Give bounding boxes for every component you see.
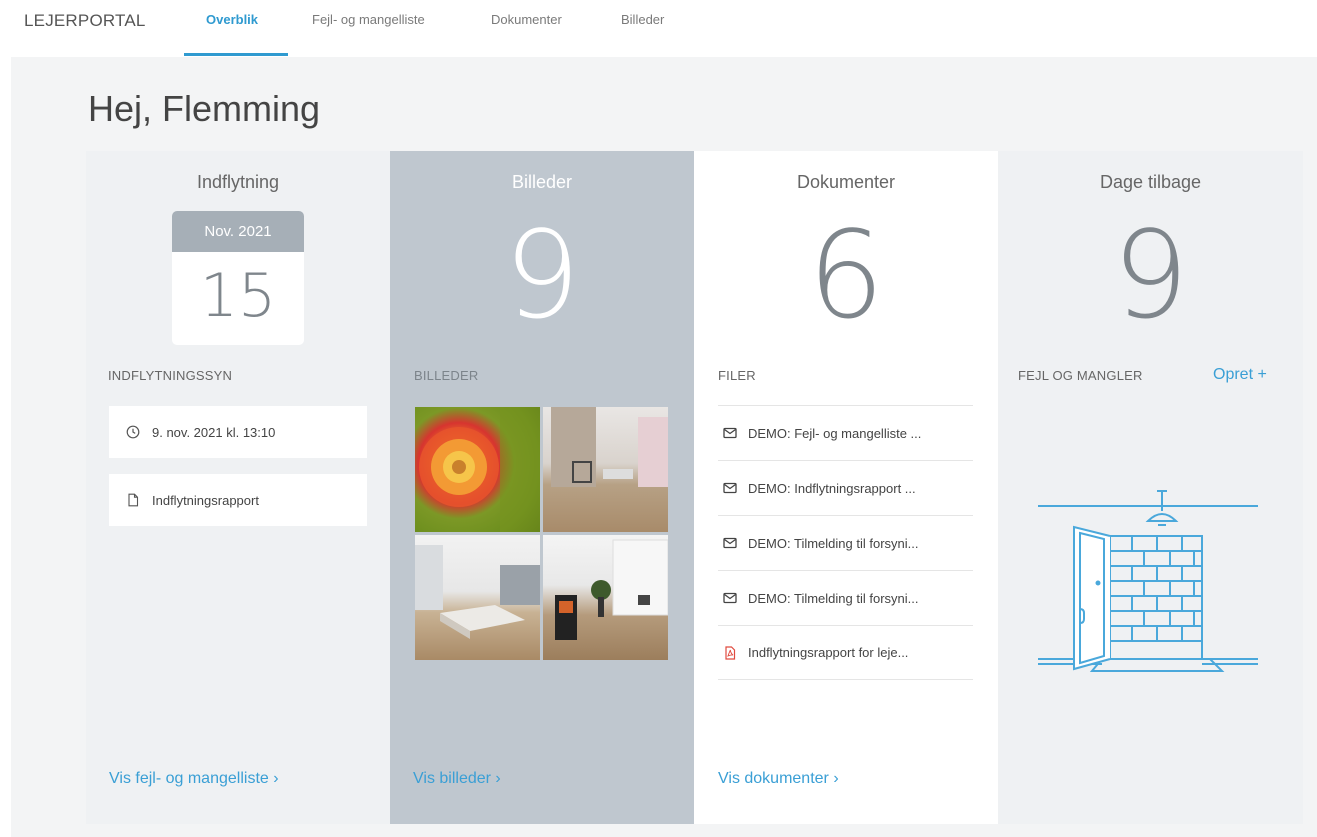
view-photos-link[interactable]: Vis billeder › <box>413 770 501 788</box>
photos-count: 9 <box>503 207 581 346</box>
documents-title: Dokumenter <box>796 172 896 192</box>
file-list: DEMO: Fejl- og mangelliste ... DEMO: Ind… <box>718 405 973 680</box>
file-list-item[interactable]: DEMO: Indflytningsrapport ... <box>718 460 973 515</box>
tab-billeder[interactable]: Billeder <box>621 12 664 27</box>
mail-icon <box>723 427 737 439</box>
mail-icon <box>723 482 737 494</box>
view-defect-list-link[interactable]: Vis fejl- og mangelliste › <box>109 770 279 788</box>
defects-section-label: FEJL OG MANGLER <box>1018 368 1143 383</box>
files-section-label: FILER <box>718 368 756 383</box>
file-list-item[interactable]: DEMO: Tilmelding til forsyni... <box>718 570 973 625</box>
kitchen-image <box>555 539 668 640</box>
photo-thumbnail[interactable] <box>415 407 540 532</box>
tab-fejl-og-mangelliste[interactable]: Fejl- og mangelliste <box>312 12 425 27</box>
tab-dokumenter[interactable]: Dokumenter <box>491 12 562 27</box>
photo-thumbnail[interactable] <box>415 535 540 660</box>
pdf-icon <box>725 645 736 660</box>
days-left-title: Dage tilbage <box>1099 172 1202 192</box>
mail-icon <box>723 592 737 604</box>
view-documents-link[interactable]: Vis dokumenter › <box>718 770 839 788</box>
living-room-image <box>551 407 668 487</box>
photos-section-label: BILLEDER <box>414 368 479 383</box>
file-name: DEMO: Indflytningsrapport ... <box>748 480 916 496</box>
file-name: DEMO: Fejl- og mangelliste ... <box>748 425 922 441</box>
calendar-badge: Nov. 2021 15 <box>172 211 304 345</box>
file-name: DEMO: Tilmelding til forsyni... <box>748 590 919 606</box>
move-in-title: Indflytning <box>196 172 280 192</box>
calendar-day: 15 <box>199 261 277 331</box>
days-left-count: 9 <box>1112 207 1189 346</box>
create-defect-link[interactable]: Opret + <box>1213 366 1267 384</box>
documents-count: 6 <box>807 207 885 346</box>
move-in-report-card[interactable]: Indflytningsrapport <box>109 474 367 526</box>
file-name: DEMO: Tilmelding til forsyni... <box>748 535 919 551</box>
tab-overblik[interactable]: Overblik <box>206 12 258 27</box>
photo-thumbnail[interactable] <box>543 535 668 660</box>
bedroom-image <box>415 545 540 639</box>
inspection-section-label: INDFLYTNINGSSYN <box>108 368 233 383</box>
inspection-appointment-card[interactable]: 9. nov. 2021 kl. 13:10 <box>109 406 367 458</box>
brand-logo[interactable]: LEJERPORTAL <box>24 11 146 31</box>
appointment-time: 9. nov. 2021 kl. 13:10 <box>152 424 276 440</box>
move-in-panel: Indflytning Nov. 2021 15 INDFLYTNINGSSYN… <box>86 151 390 824</box>
calendar-month: Nov. 2021 <box>172 211 304 252</box>
photo-grid <box>415 407 670 662</box>
file-name: Indflytningsrapport for leje... <box>748 645 909 660</box>
open-door-illustration <box>1038 490 1258 672</box>
mail-icon <box>723 537 737 549</box>
report-name: Indflytningsrapport <box>152 492 259 508</box>
photos-title: Billeder <box>511 172 573 192</box>
file-list-item[interactable]: Indflytningsrapport for leje... <box>718 625 973 680</box>
documents-panel: Dokumenter 6 FILER DEMO: Fejl- og mangel… <box>694 151 998 824</box>
days-left-panel: Dage tilbage 9 FEJL OG MANGLER Opret + <box>998 151 1303 824</box>
active-tab-indicator <box>184 53 288 56</box>
file-list-item[interactable]: DEMO: Tilmelding til forsyni... <box>718 515 973 570</box>
page-title: Hej, Flemming <box>88 88 321 129</box>
top-navigation: LEJERPORTAL Overblik Fejl- og mangellist… <box>0 0 1317 57</box>
photo-thumbnail[interactable] <box>543 407 668 532</box>
photos-panel: Billeder 9 BILLEDER Vis billeder › <box>390 151 694 824</box>
file-list-item[interactable]: DEMO: Fejl- og mangelliste ... <box>718 405 973 460</box>
clock-icon <box>126 425 140 439</box>
flower-image <box>419 407 540 532</box>
document-icon <box>128 493 139 507</box>
